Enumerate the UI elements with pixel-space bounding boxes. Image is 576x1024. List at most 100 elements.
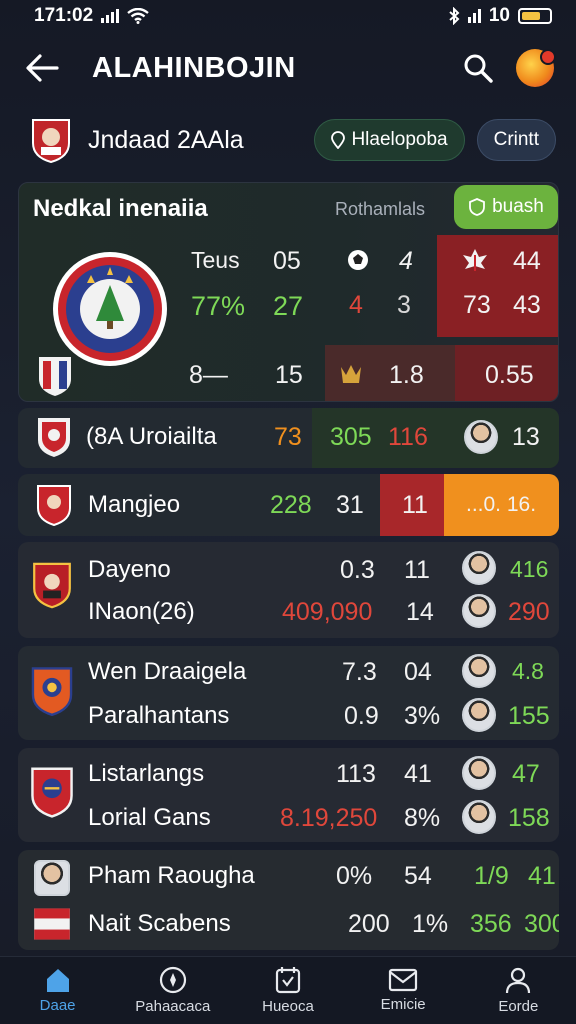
card-t1: 0.3 bbox=[340, 556, 375, 584]
card-b1: 8.19,250 bbox=[280, 804, 378, 832]
featured-r3-v3: 0.55 bbox=[485, 361, 534, 389]
action-chip-label: Crintt bbox=[493, 129, 539, 150]
calendar-icon bbox=[275, 967, 301, 994]
featured-r1-v2: 4 bbox=[399, 247, 413, 275]
compass-icon bbox=[159, 966, 186, 994]
card-b4: 300 bbox=[524, 910, 559, 938]
featured-r3-label: 8— bbox=[189, 361, 228, 389]
row-v3: 11 bbox=[402, 491, 428, 519]
card-bottom-label: Lorial Gans bbox=[88, 804, 211, 831]
team-header: Jndaad 2AAla Hlaelopoba Crintt bbox=[0, 108, 576, 172]
card-top-label: Listarlangs bbox=[88, 760, 205, 787]
card-t2: 11 bbox=[404, 556, 430, 584]
location-chip-label: Hlaelopoba bbox=[351, 129, 448, 150]
player-avatar bbox=[464, 420, 498, 454]
featured-r1-v1: 05 bbox=[273, 247, 301, 275]
card-b3: 155 bbox=[508, 702, 550, 730]
row-v3: 116 bbox=[388, 423, 428, 451]
featured-r2-pct: 77% bbox=[191, 291, 246, 321]
location-chip[interactable]: Hlaelopoba bbox=[314, 119, 465, 161]
nav-item-calendar[interactable]: Hueoca bbox=[233, 966, 343, 1015]
featured-r2-v5: 43 bbox=[513, 291, 541, 319]
nav-label: Emicie bbox=[380, 996, 426, 1013]
nav-item-profile[interactable]: Eorde bbox=[463, 966, 573, 1015]
team-crest-icon bbox=[38, 418, 70, 457]
status-battery-text: 10 bbox=[488, 5, 510, 26]
cellular-signal-icon-2 bbox=[467, 9, 481, 23]
player-avatar bbox=[462, 654, 496, 688]
card-b1: 200 bbox=[348, 910, 390, 938]
battery-icon bbox=[518, 8, 552, 24]
row-v4: ...0. 16. bbox=[466, 493, 537, 516]
featured-r1-v3: 44 bbox=[513, 247, 541, 275]
team-card[interactable]: Wen Draaigela Paralhantans 7.3 04 4.8 0.… bbox=[18, 646, 559, 740]
list-item[interactable]: (8A Uroiailta 73 305 116 13 bbox=[18, 408, 559, 468]
crown-icon bbox=[341, 365, 361, 383]
team-crest-icon bbox=[31, 767, 73, 818]
row-label: (8A Uroiailta bbox=[86, 423, 217, 450]
leaf-icon bbox=[463, 249, 487, 271]
back-button[interactable] bbox=[22, 48, 62, 88]
featured-r1-label: Teus bbox=[191, 247, 240, 273]
card-top-label: Pham Raougha bbox=[88, 862, 255, 889]
status-time: 171:02 bbox=[34, 5, 94, 26]
row-v1: 73 bbox=[274, 423, 302, 451]
featured-action-label: buash bbox=[492, 196, 544, 217]
card-b1: 0.9 bbox=[344, 702, 379, 730]
bluetooth-icon bbox=[449, 7, 460, 25]
featured-r2-v1: 27 bbox=[273, 291, 304, 321]
row-v4: 13 bbox=[512, 423, 540, 451]
card-top-label: Dayeno bbox=[88, 556, 171, 583]
card-b2: 14 bbox=[406, 598, 434, 626]
team-crest-icon bbox=[32, 119, 70, 163]
search-button[interactable] bbox=[458, 48, 498, 88]
team-crest-icon bbox=[31, 667, 73, 716]
club-emblem-icon bbox=[53, 252, 167, 366]
nav-label: Daae bbox=[39, 997, 76, 1014]
mail-icon bbox=[389, 968, 418, 992]
nav-label: Eorde bbox=[498, 998, 539, 1015]
location-pin-icon bbox=[331, 131, 346, 149]
card-t3: 47 bbox=[512, 760, 540, 788]
row-v1: 228 bbox=[270, 491, 312, 519]
team-card[interactable]: Dayeno INaon(26) 0.3 11 416 409,090 14 2… bbox=[18, 542, 559, 638]
wifi-icon bbox=[127, 8, 149, 24]
nav-item-explore[interactable]: Pahaacaca bbox=[118, 966, 228, 1015]
card-b2: 3% bbox=[404, 702, 441, 730]
card-t3: 4.8 bbox=[512, 658, 544, 684]
action-chip[interactable]: Crintt bbox=[476, 119, 556, 161]
card-b3: 158 bbox=[508, 804, 550, 832]
card-t1: 0% bbox=[336, 862, 373, 890]
cellular-signal-icon bbox=[101, 9, 120, 23]
card-b1: 409,090 bbox=[282, 598, 373, 626]
featured-r2-v4: 73 bbox=[463, 291, 491, 319]
card-t2: 41 bbox=[404, 760, 432, 788]
card-b2: 8% bbox=[404, 804, 441, 832]
featured-action-button[interactable]: buash bbox=[454, 185, 558, 229]
featured-card[interactable]: Nedkal inenaiia Rothamlals buash Teus 05… bbox=[18, 182, 559, 402]
card-bottom-label: Nait Scabens bbox=[88, 910, 231, 937]
card-t1: 7.3 bbox=[342, 658, 377, 686]
list-item[interactable]: Mangjeo 228 31 11 ...0. 16. bbox=[18, 474, 559, 536]
nav-item-messages[interactable]: Emicie bbox=[348, 968, 458, 1013]
team-card[interactable]: Listarlangs Lorial Gans 113 41 47 8.19,2… bbox=[18, 748, 559, 842]
page-title: ALAHINBOJIN bbox=[92, 51, 296, 84]
player-avatar bbox=[462, 800, 496, 834]
card-bottom-label: INaon(26) bbox=[88, 598, 195, 625]
team-crest-icon bbox=[33, 562, 71, 609]
notifications-avatar[interactable] bbox=[516, 49, 556, 87]
team-card[interactable]: Pham Raougha Nait Scabens 0% 54 1/9 41 2… bbox=[18, 850, 559, 950]
back-arrow-icon bbox=[26, 54, 59, 82]
nav-item-home[interactable]: Daae bbox=[3, 967, 113, 1014]
card-top-label: Wen Draaigela bbox=[88, 658, 247, 685]
team-name: Jndaad 2AAla bbox=[88, 125, 244, 154]
player-avatar bbox=[462, 756, 496, 790]
featured-r3-v2: 1.8 bbox=[389, 361, 424, 389]
featured-r2-v3: 3 bbox=[397, 291, 411, 319]
card-bottom-label: Paralhantans bbox=[88, 702, 230, 729]
featured-r3-v1: 15 bbox=[275, 361, 303, 389]
card-b3: 290 bbox=[508, 598, 550, 626]
player-avatar bbox=[34, 860, 70, 896]
team-crest-icon bbox=[37, 485, 71, 526]
featured-subtitle: Rothamlals bbox=[335, 199, 426, 219]
